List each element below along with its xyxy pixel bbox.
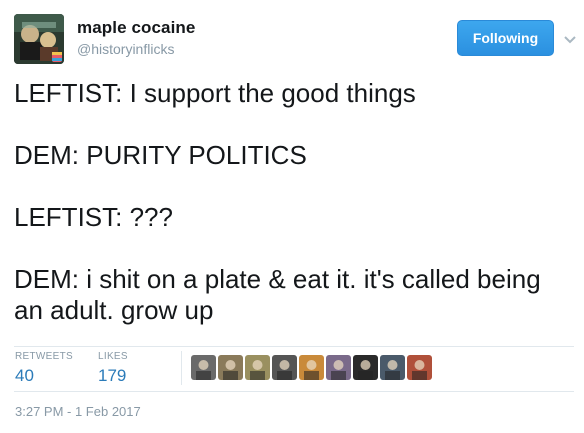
chevron-down-icon[interactable] <box>563 32 577 44</box>
liker-avatar-1[interactable] <box>191 355 216 380</box>
retweets-stat[interactable]: RETWEETS 40 <box>15 351 73 386</box>
likes-stat[interactable]: LIKES 179 <box>98 351 128 386</box>
likes-count[interactable]: 179 <box>98 366 128 386</box>
profile-avatar[interactable] <box>14 14 64 64</box>
liker-avatar-3[interactable] <box>245 355 270 380</box>
tweet-timestamp[interactable]: 3:27 PM - 1 Feb 2017 <box>15 404 141 419</box>
liker-avatar-2[interactable] <box>218 355 243 380</box>
avatar-image <box>14 14 64 64</box>
liker-avatar-5[interactable] <box>299 355 324 380</box>
retweets-count[interactable]: 40 <box>15 366 73 386</box>
tweet-line-1: LEFTIST: I support the good things <box>14 78 416 108</box>
tweet-text: LEFTIST: I support the good things DEM: … <box>14 78 574 326</box>
retweets-label: RETWEETS <box>15 351 73 362</box>
tweet-line-3: LEFTIST: ??? <box>14 202 173 232</box>
tweet-line-2: DEM: PURITY POLITICS <box>14 140 307 170</box>
user-handle[interactable]: @historyinflicks <box>77 41 174 57</box>
stats-divider-bottom <box>14 391 574 392</box>
liker-avatar-7[interactable] <box>353 355 378 380</box>
liker-avatar-8[interactable] <box>380 355 405 380</box>
liker-avatar-6[interactable] <box>326 355 351 380</box>
liker-avatar-4[interactable] <box>272 355 297 380</box>
following-button[interactable]: Following <box>457 20 554 56</box>
stats-divider-top <box>14 346 574 347</box>
tweet-line-4: DEM: i shit on a plate & eat it. it's ca… <box>14 264 541 325</box>
likes-label: LIKES <box>98 351 128 362</box>
stats-separator <box>181 351 182 385</box>
liker-avatars <box>191 355 432 380</box>
liker-avatar-9[interactable] <box>407 355 432 380</box>
tweet-card: maple cocaine @historyinflicks Following… <box>0 0 584 433</box>
display-name[interactable]: maple cocaine <box>77 18 195 38</box>
